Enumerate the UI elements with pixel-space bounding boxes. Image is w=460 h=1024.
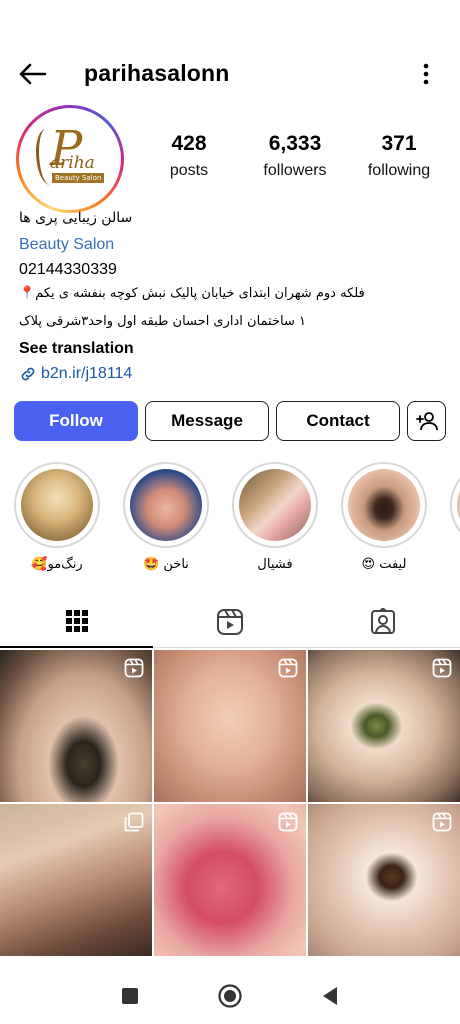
- more-options-button[interactable]: [416, 58, 436, 90]
- link-icon: [21, 367, 35, 381]
- arrow-left-icon: [19, 63, 47, 85]
- top-bar: parihasalonn: [0, 44, 460, 104]
- post-thumbnail[interactable]: [154, 650, 306, 802]
- back-button[interactable]: [14, 58, 50, 90]
- highlight-label: ناخن 🤩: [143, 557, 189, 572]
- tab-posts-grid[interactable]: [0, 596, 153, 648]
- recent-apps-button[interactable]: [116, 982, 144, 1010]
- post-thumbnail[interactable]: [308, 804, 460, 956]
- stat-posts[interactable]: 428 posts: [162, 132, 216, 180]
- logo-word: ariha: [50, 153, 95, 173]
- posts-grid: [0, 650, 460, 970]
- highlight-item[interactable]: فشیال: [232, 462, 318, 572]
- highlight-cover-nails: [130, 469, 202, 541]
- bio-external-link[interactable]: b2n.ir/j18114: [19, 365, 132, 383]
- contact-button[interactable]: Contact: [276, 401, 400, 441]
- reels-icon: [278, 812, 298, 832]
- posts-label: posts: [169, 162, 209, 179]
- vertical-dots-icon: [423, 63, 429, 85]
- bio-link-text: b2n.ir/j18114: [41, 365, 133, 382]
- suggested-accounts-button[interactable]: [407, 401, 446, 441]
- reels-icon: [278, 658, 298, 678]
- highlight-item[interactable]: لیفت 😍: [341, 462, 427, 572]
- post-thumbnail[interactable]: [0, 804, 152, 956]
- triangle-left-icon: [323, 987, 337, 1005]
- profile-stats: 428 posts 6,333 followers 371 following: [148, 132, 452, 192]
- system-back-button[interactable]: [316, 982, 344, 1010]
- followers-count: 6,333: [268, 132, 322, 155]
- system-navigation-bar: [0, 968, 460, 1024]
- highlight-item-partial[interactable]: [450, 462, 460, 548]
- profile-avatar-ring[interactable]: P ariha Beauty Salon: [16, 105, 124, 213]
- bio-address-line-1: فلکه دوم شهران ابتدای خیابان پالیک نبش ک…: [19, 286, 365, 301]
- story-highlights: رنگ‌مو🥰 ناخن 🤩 فشیال لیفت 😍: [0, 462, 460, 582]
- avatar: P ariha Beauty Salon: [22, 111, 118, 207]
- grid-icon: [65, 610, 88, 632]
- home-button[interactable]: [216, 982, 244, 1010]
- post-thumbnail[interactable]: [308, 650, 460, 802]
- message-button[interactable]: Message: [145, 401, 269, 441]
- highlight-cover-hair: [21, 469, 93, 541]
- logo-subtitle: Beauty Salon: [52, 173, 105, 183]
- highlight-label: فشیال: [257, 557, 293, 572]
- reels-icon: [432, 658, 452, 678]
- reels-icon: [432, 812, 452, 832]
- highlight-item[interactable]: رنگ‌مو🥰: [14, 462, 100, 572]
- square-icon: [122, 988, 138, 1004]
- following-label: following: [367, 162, 431, 179]
- follow-button[interactable]: Follow: [14, 401, 138, 441]
- post-thumbnail[interactable]: [154, 804, 306, 956]
- highlight-item[interactable]: ناخن 🤩: [123, 462, 209, 572]
- profile-tabs: [0, 596, 460, 648]
- person-tag-icon: [370, 608, 395, 634]
- following-count: 371: [381, 132, 417, 155]
- bio-address-line-2: ۱ ساختمان اداری احسان طبقه اول واحد۳شرقی…: [19, 314, 306, 329]
- stat-followers[interactable]: 6,333 followers: [246, 132, 344, 180]
- person-add-icon: [415, 412, 438, 431]
- circle-icon: [218, 984, 242, 1008]
- highlight-label: لیفت 😍: [361, 557, 407, 572]
- reels-icon: [124, 658, 144, 678]
- tab-reels[interactable]: [153, 596, 306, 648]
- tab-tagged[interactable]: [306, 596, 459, 648]
- post-thumbnail[interactable]: [0, 650, 152, 802]
- bio-phone: 02144330339: [19, 261, 117, 278]
- reels-icon: [216, 609, 243, 635]
- highlight-cover-lift: [348, 469, 420, 541]
- stat-following[interactable]: 371 following: [354, 132, 444, 180]
- profile-actions: Follow Message Contact: [14, 401, 446, 441]
- highlight-cover-facial: [239, 469, 311, 541]
- carousel-icon: [124, 812, 144, 832]
- profile-username: parihasalonn: [84, 60, 230, 86]
- followers-label: followers: [263, 162, 327, 179]
- bio-category[interactable]: Beauty Salon: [19, 236, 114, 254]
- bio-display-name: سالن زیبایی پری ها: [19, 210, 133, 226]
- see-translation-link[interactable]: See translation: [19, 340, 134, 358]
- highlight-label: رنگ‌مو🥰: [31, 557, 83, 572]
- posts-count: 428: [171, 132, 207, 155]
